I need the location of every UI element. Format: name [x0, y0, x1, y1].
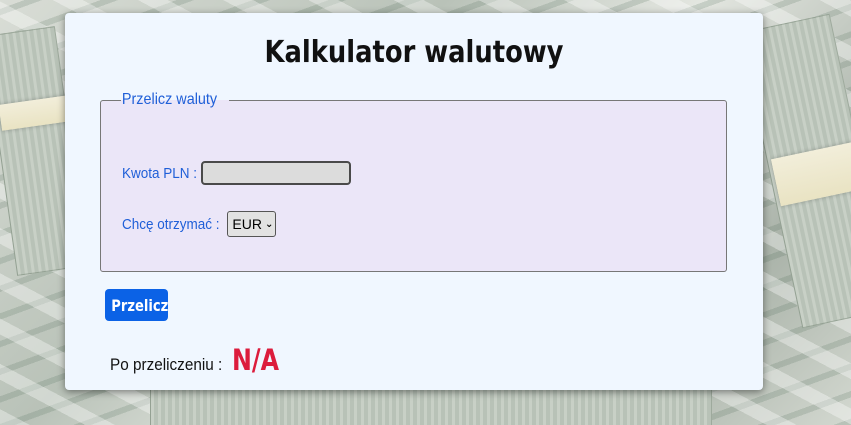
amount-label: Kwota PLN : [122, 164, 198, 182]
background-money-band [770, 141, 851, 207]
conversion-fieldset: Przelicz waluty Kwota PLN : Chcę otrzyma… [100, 91, 727, 272]
convert-button[interactable]: Przelicz [105, 289, 168, 321]
result-row: Po przeliczeniu : N/A [110, 343, 289, 377]
amount-row: Kwota PLN : [122, 161, 352, 185]
fieldset-legend: Przelicz waluty [121, 91, 218, 108]
amount-input[interactable] [201, 161, 352, 185]
calculator-card: Kalkulator walutowy Przelicz waluty Kwot… [65, 13, 763, 390]
chevron-down-icon: ⌄ [264, 218, 274, 230]
currency-selected-value: EUR [232, 216, 262, 232]
background-money-band [0, 95, 72, 131]
result-label: Po przeliczeniu : [110, 355, 223, 374]
currency-label: Chcę otrzymać : [122, 215, 220, 233]
result-value: N/A [232, 343, 279, 377]
page-title: Kalkulator walutowy [264, 35, 564, 70]
background-banknotes [150, 385, 712, 425]
convert-button-label: Przelicz [111, 295, 169, 315]
currency-row: Chcę otrzymać : EUR ⌄ [122, 211, 277, 237]
currency-select[interactable]: EUR ⌄ [227, 211, 277, 237]
